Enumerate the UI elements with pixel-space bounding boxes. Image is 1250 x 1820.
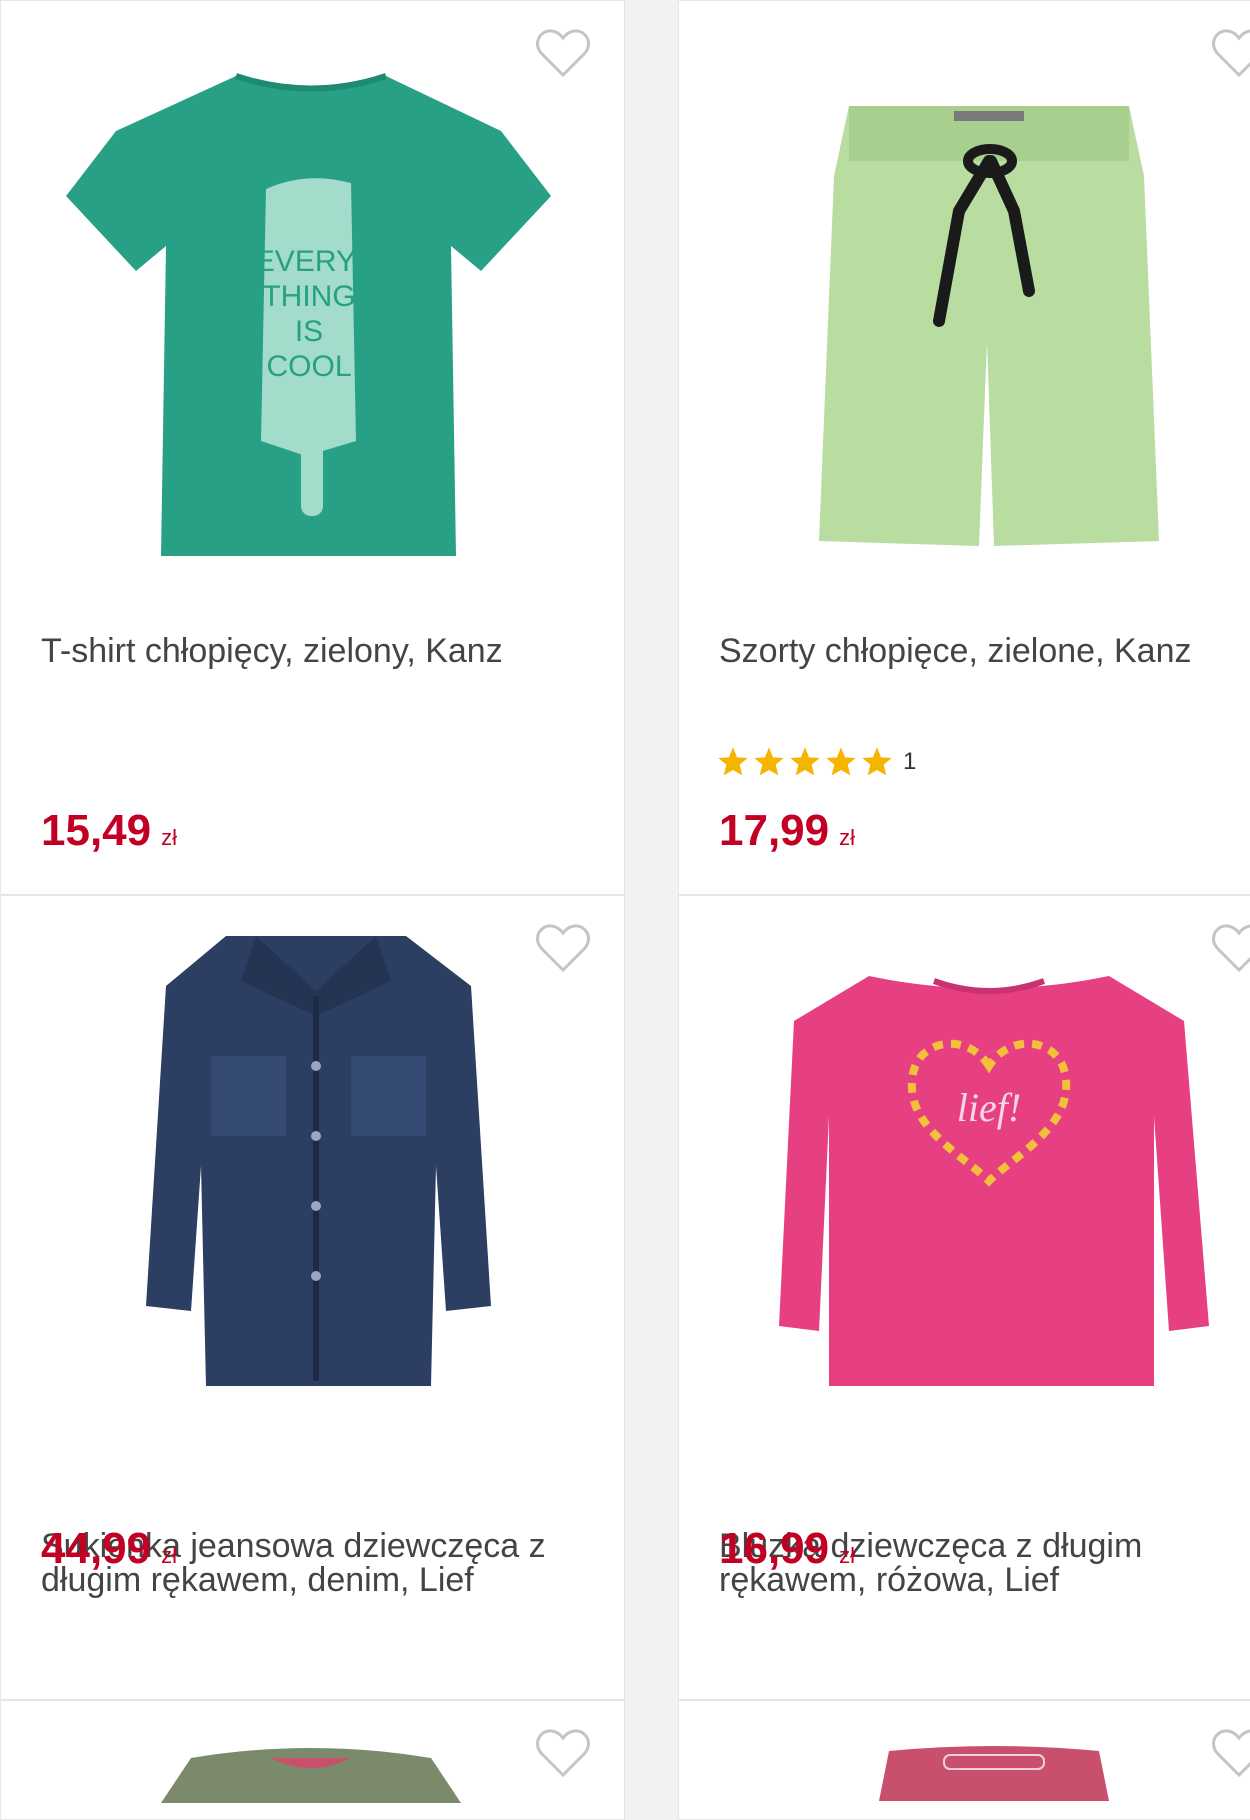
product-card[interactable]: Szorty chłopięce, zielone, Kanz 1 17,99 z… [678,0,1250,895]
product-image-pink-pants[interactable] [869,1741,1119,1801]
product-card[interactable]: Sukienka jeansowa dziewczęca z długim rę… [0,895,625,1700]
star-icon [826,747,856,776]
star-icon [718,747,748,776]
product-title[interactable]: Szorty chłopięce, zielone, Kanz [719,634,1250,668]
tshirt-print-line: IS [295,315,323,348]
favorite-heart-icon[interactable] [535,1729,591,1779]
product-image-tshirt[interactable]: EVERY- THING IS COOL [51,41,571,561]
tshirt-print-line: THING [262,280,355,313]
product-price: 17,99 zł [719,806,855,856]
product-price: 44,99 zł [41,1524,177,1574]
price-value: 16,99 [719,1524,830,1573]
star-icon [862,747,892,776]
currency-label: zł [839,1543,855,1568]
product-image-denim-dress[interactable] [51,926,571,1386]
star-icon [754,747,784,776]
product-title[interactable]: T-shirt chłopięcy, zielony, Kanz [41,634,604,668]
blouse-print: lief! [957,1085,1021,1130]
currency-label: zł [161,1543,177,1568]
product-price: 15,49 zł [41,806,177,856]
product-image-olive-top[interactable] [131,1743,491,1803]
product-card[interactable] [0,1700,625,1820]
currency-label: zł [161,825,177,850]
star-icon [790,747,820,776]
tshirt-print-line: EVERY- [255,245,363,278]
product-price: 16,99 zł [719,1524,855,1574]
tshirt-print-line: COOL [266,350,351,383]
currency-label: zł [839,825,855,850]
product-image-pink-longsleeve[interactable]: lief! [729,926,1249,1386]
product-card[interactable]: lief! Bluzka dziewczęca z długim rękawem… [678,895,1250,1700]
favorite-heart-icon[interactable] [1211,1729,1250,1779]
product-grid: EVERY- THING IS COOL T-shirt chłopięcy, … [0,0,1250,1820]
product-card[interactable] [678,1700,1250,1820]
product-image-shorts[interactable] [729,41,1249,561]
price-value: 44,99 [41,1524,152,1573]
rating: 1 [717,746,916,778]
rating-count: 1 [903,748,917,775]
price-value: 17,99 [719,806,830,855]
price-value: 15,49 [41,806,152,855]
product-card[interactable]: EVERY- THING IS COOL T-shirt chłopięcy, … [0,0,625,895]
